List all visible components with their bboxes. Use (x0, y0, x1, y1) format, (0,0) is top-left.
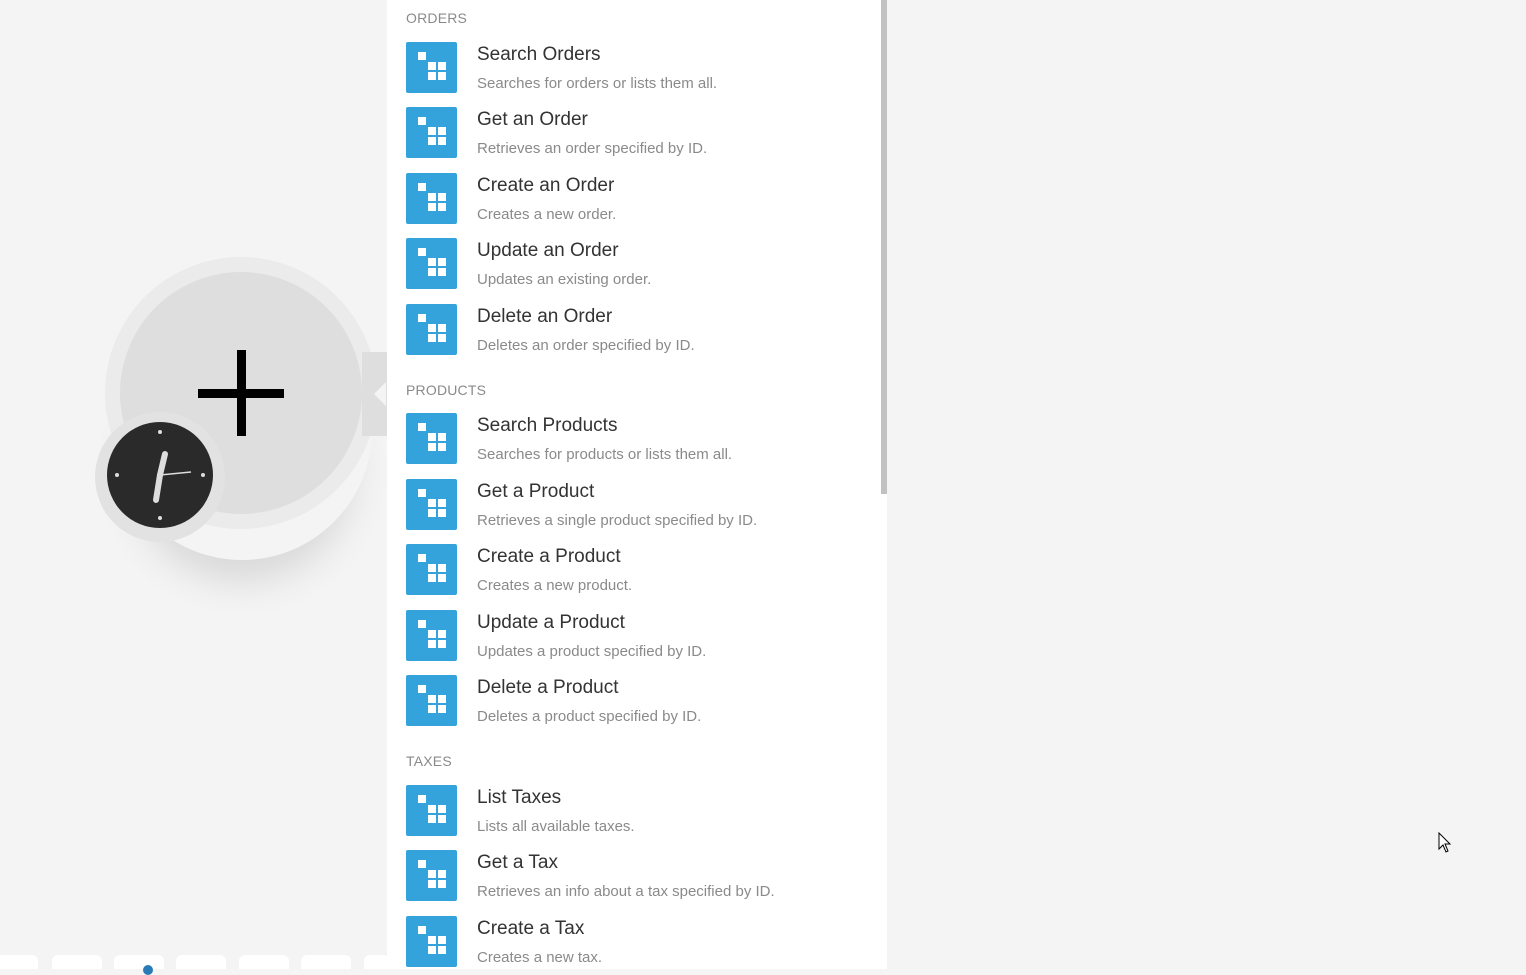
item-description: Creates a new product. (477, 577, 633, 594)
section-header-products: PRODUCTS (406, 382, 487, 398)
toolbar-button[interactable] (239, 955, 289, 969)
item-description: Retrieves a single product specified by … (477, 512, 758, 529)
app-grid-icon (406, 107, 457, 158)
scrollbar[interactable] (881, 0, 887, 969)
app-grid-icon (406, 42, 457, 93)
app-grid-icon (406, 916, 457, 967)
section-header-taxes: TAXES (406, 753, 452, 769)
item-description: Creates a new tax. (477, 949, 603, 966)
item-description: Creates a new order. (477, 206, 617, 223)
clock-icon[interactable] (107, 422, 213, 528)
app-grid-icon (406, 544, 457, 595)
item-title: Delete an Order (477, 306, 613, 327)
list-item[interactable]: Update a Product Updates a product speci… (406, 610, 866, 666)
item-description: Deletes a product specified by ID. (477, 708, 702, 725)
list-item[interactable]: Get a Tax Retrieves an info about a tax … (406, 850, 866, 906)
item-title: Update an Order (477, 240, 619, 261)
item-description: Updates a product specified by ID. (477, 643, 707, 660)
app-grid-icon (406, 304, 457, 355)
item-title: Create an Order (477, 175, 615, 196)
item-title: Create a Product (477, 546, 621, 567)
item-description: Deletes an order specified by ID. (477, 337, 695, 354)
item-description: Lists all available taxes. (477, 818, 635, 835)
app-grid-icon (406, 479, 457, 530)
list-item[interactable]: Create a Product Creates a new product. (406, 544, 866, 600)
item-title: Search Orders (477, 44, 601, 65)
item-title: Get a Tax (477, 852, 558, 873)
list-item[interactable]: Get a Product Retrieves a single product… (406, 479, 866, 535)
list-item[interactable]: Delete an Order Deletes an order specifi… (406, 304, 866, 360)
item-title: Get a Product (477, 481, 595, 502)
scrollbar-thumb[interactable] (881, 0, 887, 494)
item-title: List Taxes (477, 787, 562, 808)
toolbar-button[interactable] (0, 955, 38, 969)
section-header-orders: ORDERS (406, 10, 468, 26)
module-list-panel: ORDERS Search Orders Searches for orders… (387, 0, 887, 969)
list-item[interactable]: Create a Tax Creates a new tax. (406, 916, 866, 969)
toolbar-button[interactable] (52, 955, 102, 969)
toolbar-button[interactable] (114, 955, 164, 969)
mouse-cursor-icon (1438, 832, 1452, 853)
bottom-toolbar (0, 955, 390, 969)
app-grid-icon (406, 675, 457, 726)
list-item[interactable]: Get an Order Retrieves an order specifie… (406, 107, 866, 163)
list-item[interactable]: List Taxes Lists all available taxes. (406, 785, 866, 841)
list-item[interactable]: Create an Order Creates a new order. (406, 173, 866, 229)
item-description: Searches for products or lists them all. (477, 446, 733, 463)
item-description: Retrieves an order specified by ID. (477, 140, 708, 157)
app-grid-icon (406, 610, 457, 661)
item-description: Searches for orders or lists them all. (477, 75, 718, 92)
list-item[interactable]: Update an Order Updates an existing orde… (406, 238, 866, 294)
item-description: Retrieves an info about a tax specified … (477, 883, 775, 900)
list-item[interactable]: Search Products Searches for products or… (406, 413, 866, 469)
item-description: Updates an existing order. (477, 271, 652, 288)
item-title: Create a Tax (477, 918, 585, 939)
list-item[interactable]: Search Orders Searches for orders or lis… (406, 42, 866, 98)
app-grid-icon (406, 850, 457, 901)
item-title: Search Products (477, 415, 618, 436)
item-title: Get an Order (477, 109, 588, 130)
item-title: Delete a Product (477, 677, 619, 698)
app-grid-icon (406, 785, 457, 836)
module-pointer-notch (374, 382, 386, 406)
list-item[interactable]: Delete a Product Deletes a product speci… (406, 675, 866, 731)
app-grid-icon (406, 238, 457, 289)
toolbar-indicator (143, 965, 153, 975)
app-grid-icon (406, 413, 457, 464)
app-grid-icon (406, 173, 457, 224)
toolbar-button[interactable] (301, 955, 351, 969)
toolbar-button[interactable] (176, 955, 226, 969)
item-title: Update a Product (477, 612, 625, 633)
